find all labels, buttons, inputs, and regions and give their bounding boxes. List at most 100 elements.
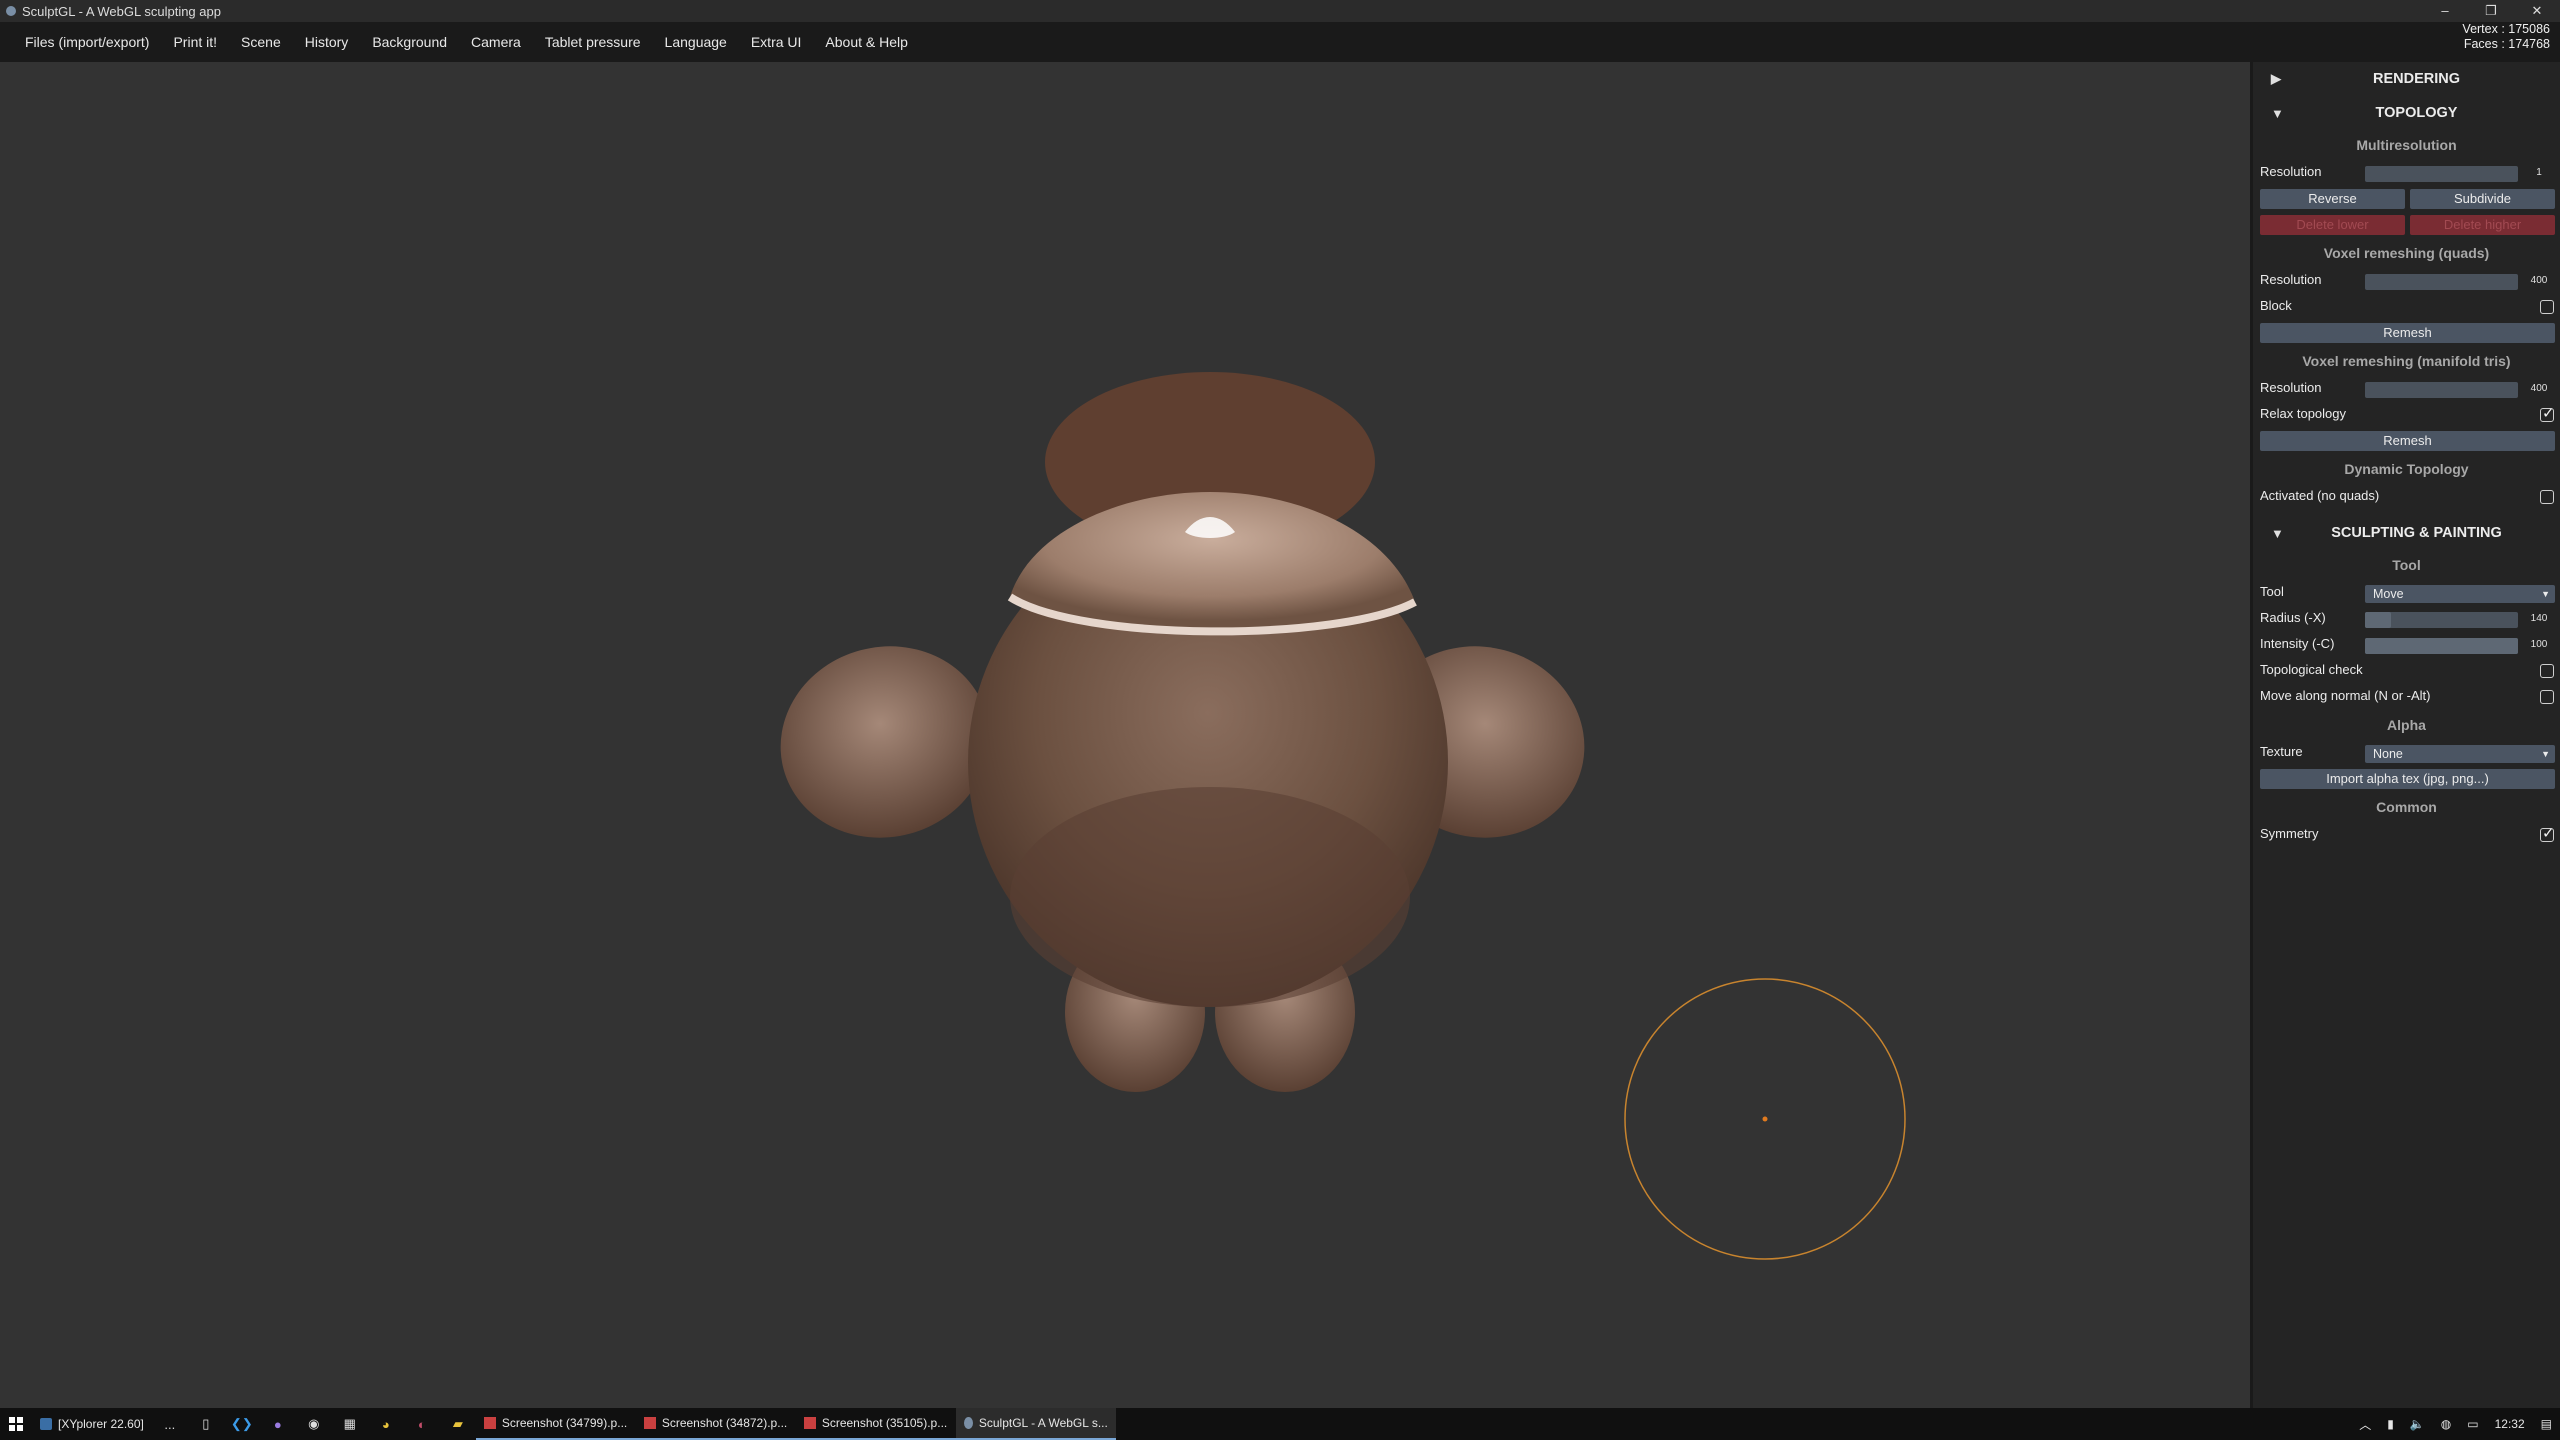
voxel-quads-resolution-value[interactable]: 400 [2526,275,2552,286]
multires-resolution-slider[interactable] [2365,166,2518,182]
delete-higher-button[interactable]: Delete higher [2410,215,2555,235]
topological-check-row: Topological check [2253,658,2560,684]
mesh-stats: Vertex : 175086 Faces : 174768 [2462,22,2550,52]
menu-camera[interactable]: Camera [459,22,533,62]
symmetry-label: Symmetry [2260,826,2319,841]
sculptgl-icon [963,1417,973,1429]
tool-select[interactable]: Move ▼ [2365,585,2555,603]
maximize-button[interactable]: ❐ [2468,0,2514,22]
multires-resolution-value[interactable]: 1 [2526,167,2552,178]
voxel-tris-resolution-value[interactable]: 400 [2526,383,2552,394]
checkmark-icon: ✓ [2542,825,2555,842]
taskbar-window-label: SculptGL - A WebGL s... [978,1416,1108,1430]
voxel-tris-remesh-row: Remesh [2253,428,2560,454]
topological-check-checkbox[interactable] [2540,664,2554,678]
xyplorer-icon [40,1418,52,1430]
vscode-icon[interactable]: ❮❯ [224,1408,260,1440]
menu-files[interactable]: Files (import/export) [0,22,161,62]
taskbar-window-screenshot-3[interactable]: Screenshot (35105).p... [795,1408,956,1440]
menu-language[interactable]: Language [653,22,739,62]
move-normal-row: Move along normal (N or -Alt) [2253,684,2560,710]
texture-label: Texture [2260,744,2303,759]
taskbar-window-sculptgl[interactable]: SculptGL - A WebGL s... [955,1408,1116,1440]
collapsed-arrow-icon: ▶ [2271,71,2281,86]
voxel-tris-resolution-row: Resolution 400 [2253,376,2560,402]
record-icon[interactable]: ◉ [296,1408,332,1440]
menu-extra-ui[interactable]: Extra UI [739,22,814,62]
voxel-tris-resolution-label: Resolution [2260,380,2322,395]
3d-viewport[interactable] [0,62,2250,1408]
subdivide-button[interactable]: Subdivide [2410,189,2555,209]
dynamic-activated-checkbox[interactable] [2540,490,2554,504]
calculator-icon[interactable]: ▦ [332,1408,368,1440]
delete-lower-button[interactable]: Delete lower [2260,215,2405,235]
remesh-quads-button[interactable]: Remesh [2260,323,2555,343]
rendering-section-header[interactable]: ▶ RENDERING [2253,62,2560,96]
image-icon [483,1417,496,1429]
voxel-quads-resolution-slider[interactable] [2365,274,2518,290]
multires-resolution-row: Resolution 1 [2253,160,2560,186]
sculpting-section-header[interactable]: ▼ SCULPTING & PAINTING [2253,516,2560,550]
sculpted-model [780,372,1585,1092]
chrome-icon[interactable]: ◕ [368,1408,404,1440]
radius-value[interactable]: 140 [2526,613,2552,624]
relax-topology-checkbox[interactable]: ✓ [2540,405,2555,422]
tool-label: Tool [2260,584,2284,599]
multiresolution-title: Multiresolution [2356,137,2457,153]
taskbar-xyplorer[interactable]: [XYplorer 22.60] [32,1408,152,1440]
tray-chevron-icon[interactable]: ︿ [2351,1416,2379,1433]
menu-scene[interactable]: Scene [229,22,293,62]
voxel-tris-resolution-slider[interactable] [2365,382,2518,398]
network-icon[interactable]: ◍ [2433,1417,2459,1431]
voxel-quads-resolution-label: Resolution [2260,272,2322,287]
browser-icon[interactable]: ◐ [404,1408,440,1440]
app-c-icon[interactable]: ● [260,1408,296,1440]
xyplorer-label: [XYplorer 22.60] [58,1417,144,1431]
topology-section-header[interactable]: ▼ TOPOLOGY [2253,96,2560,130]
radius-slider[interactable] [2365,612,2518,628]
intensity-row: Intensity (-C) 100 [2253,632,2560,658]
side-panel: ▶ RENDERING ▼ TOPOLOGY Multiresolution R… [2250,62,2560,1408]
import-alpha-row: Import alpha tex (jpg, png...) [2253,766,2560,792]
menu-tablet-pressure[interactable]: Tablet pressure [533,22,653,62]
symmetry-checkbox[interactable]: ✓ [2540,825,2555,842]
app-icon [6,6,16,16]
topology-title: TOPOLOGY [2375,105,2458,121]
taskbar-window-screenshot-2[interactable]: Screenshot (34872).p... [635,1408,796,1440]
brush-cursor [1624,978,1906,1260]
tool-select-value: Move [2373,587,2404,601]
dropdown-arrow-icon: ▼ [2541,749,2550,759]
file-icon[interactable]: ▯ [188,1408,224,1440]
relax-topology-label: Relax topology [2260,406,2346,421]
rendering-title: RENDERING [2372,71,2460,87]
usb-icon[interactable]: ▮ [2379,1417,2402,1431]
reverse-button[interactable]: Reverse [2260,189,2405,209]
intensity-slider[interactable] [2365,638,2518,654]
block-checkbox[interactable] [2540,300,2554,314]
clock[interactable]: 12:32 [2487,1417,2533,1431]
remesh-tris-button[interactable]: Remesh [2260,431,2555,451]
notifications-icon[interactable]: ▤ [2533,1417,2560,1431]
folder-icon[interactable]: ▰ [440,1408,476,1440]
dynamic-activated-label: Activated (no quads) [2260,488,2380,503]
battery-icon[interactable]: ▭ [2459,1417,2486,1431]
window-controls: – ❐ ✕ [2422,0,2560,22]
sculpt-canvas[interactable] [0,62,2250,1408]
move-normal-checkbox[interactable] [2540,690,2554,704]
start-button[interactable] [0,1408,32,1440]
import-alpha-button[interactable]: Import alpha tex (jpg, png...) [2260,769,2555,789]
multires-button-row: Reverse Subdivide [2253,186,2560,212]
menu-about-help[interactable]: About & Help [813,22,920,62]
volume-icon[interactable]: 🔈 [2402,1417,2433,1431]
minimize-button[interactable]: – [2422,0,2468,22]
menu-background[interactable]: Background [360,22,459,62]
voxel-quads-remesh-row: Remesh [2253,320,2560,346]
taskbar-window-screenshot-1[interactable]: Screenshot (34799).p... [475,1408,636,1440]
menu-history[interactable]: History [293,22,361,62]
menu-print[interactable]: Print it! [161,22,229,62]
close-button[interactable]: ✕ [2514,0,2560,22]
intensity-value[interactable]: 100 [2526,639,2552,650]
texture-select[interactable]: None ▼ [2365,745,2555,763]
dynamic-activated-row: Activated (no quads) [2253,484,2560,510]
taskbar-overflow[interactable]: ... [152,1408,188,1440]
